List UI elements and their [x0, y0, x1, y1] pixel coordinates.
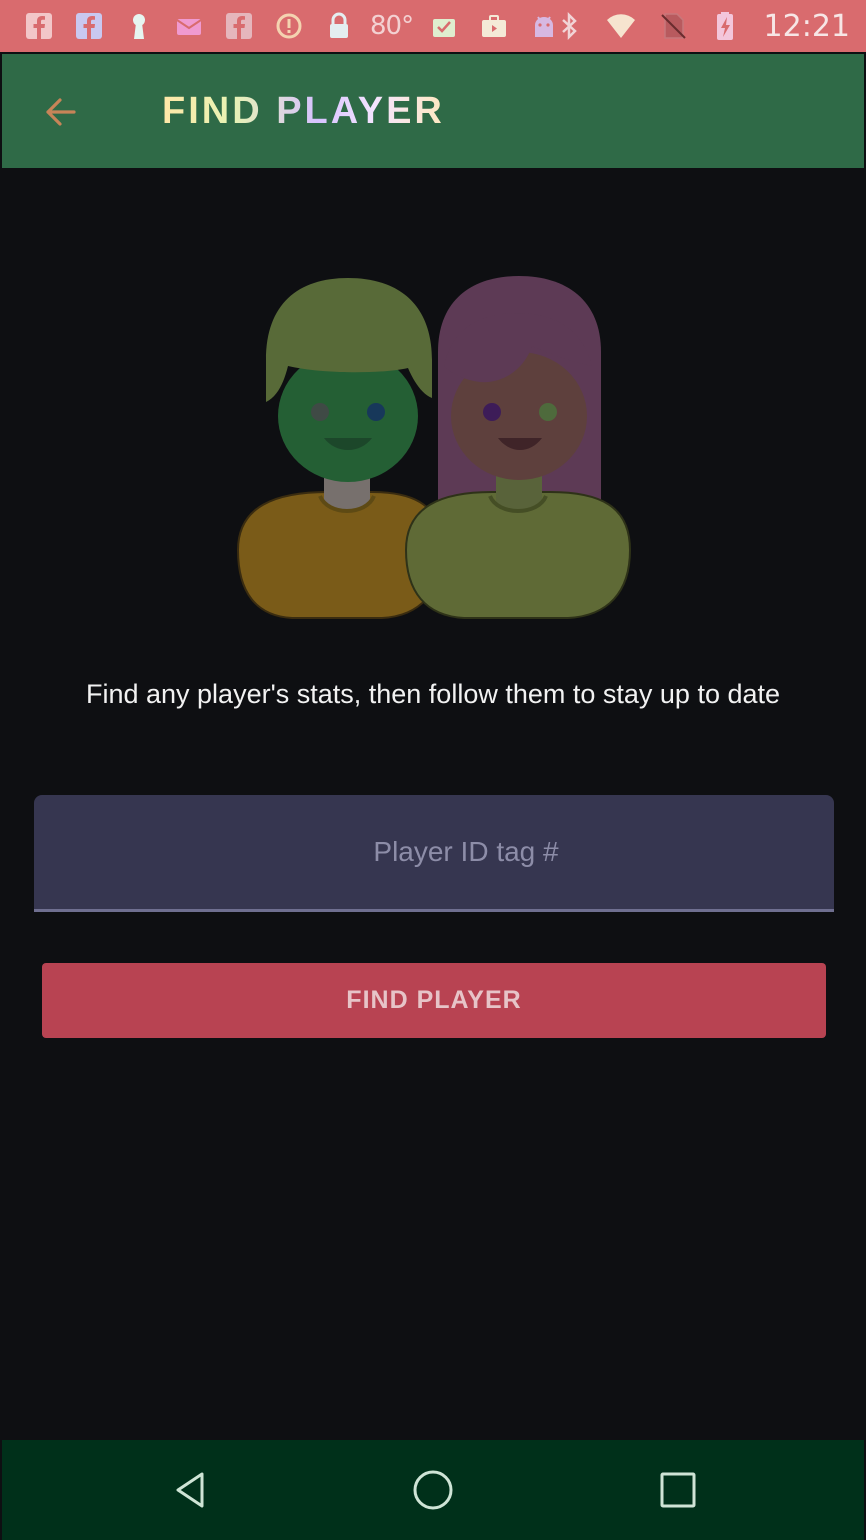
battery-charging-icon: [706, 7, 744, 45]
facebook-icon: [220, 7, 258, 45]
alert-icon: [270, 7, 308, 45]
circle-home-icon: [413, 1470, 453, 1510]
notification-icons: 80°: [20, 6, 563, 46]
facebook-icon: [20, 7, 58, 45]
nav-back-button[interactable]: [162, 1462, 218, 1518]
no-sim-icon: [654, 7, 692, 45]
temperature-text: 80°: [370, 11, 414, 41]
mail-icon: [170, 7, 208, 45]
navigation-bar: [2, 1440, 864, 1540]
clock: 12:21: [763, 8, 850, 44]
wifi-icon: [602, 7, 640, 45]
back-button[interactable]: [32, 84, 88, 140]
bluetooth-icon: [550, 7, 588, 45]
description-text: Find any player's stats, then follow the…: [85, 679, 781, 709]
arrow-left-icon: [46, 98, 76, 126]
keyhole-icon: [120, 7, 158, 45]
player-id-input[interactable]: [34, 795, 834, 909]
two-people-avatars-icon: [232, 270, 636, 626]
system-icons: 12:21: [550, 6, 850, 46]
lock-icon: [320, 7, 358, 45]
page-title: FIND PLAYER: [162, 90, 445, 132]
facebook-icon: [70, 7, 108, 45]
player-id-field[interactable]: [34, 795, 834, 912]
nav-home-button[interactable]: [405, 1462, 461, 1518]
triangle-back-icon: [176, 1472, 204, 1508]
status-bar: 80° 12:21: [0, 0, 866, 52]
briefcase-icon: [475, 7, 513, 45]
app-bar: FIND PLAYER: [2, 54, 864, 168]
square-recents-icon: [660, 1472, 696, 1508]
find-player-button[interactable]: FIND PLAYER: [42, 963, 826, 1038]
clipboard-icon: [425, 7, 463, 45]
nav-recents-button[interactable]: [650, 1462, 706, 1518]
